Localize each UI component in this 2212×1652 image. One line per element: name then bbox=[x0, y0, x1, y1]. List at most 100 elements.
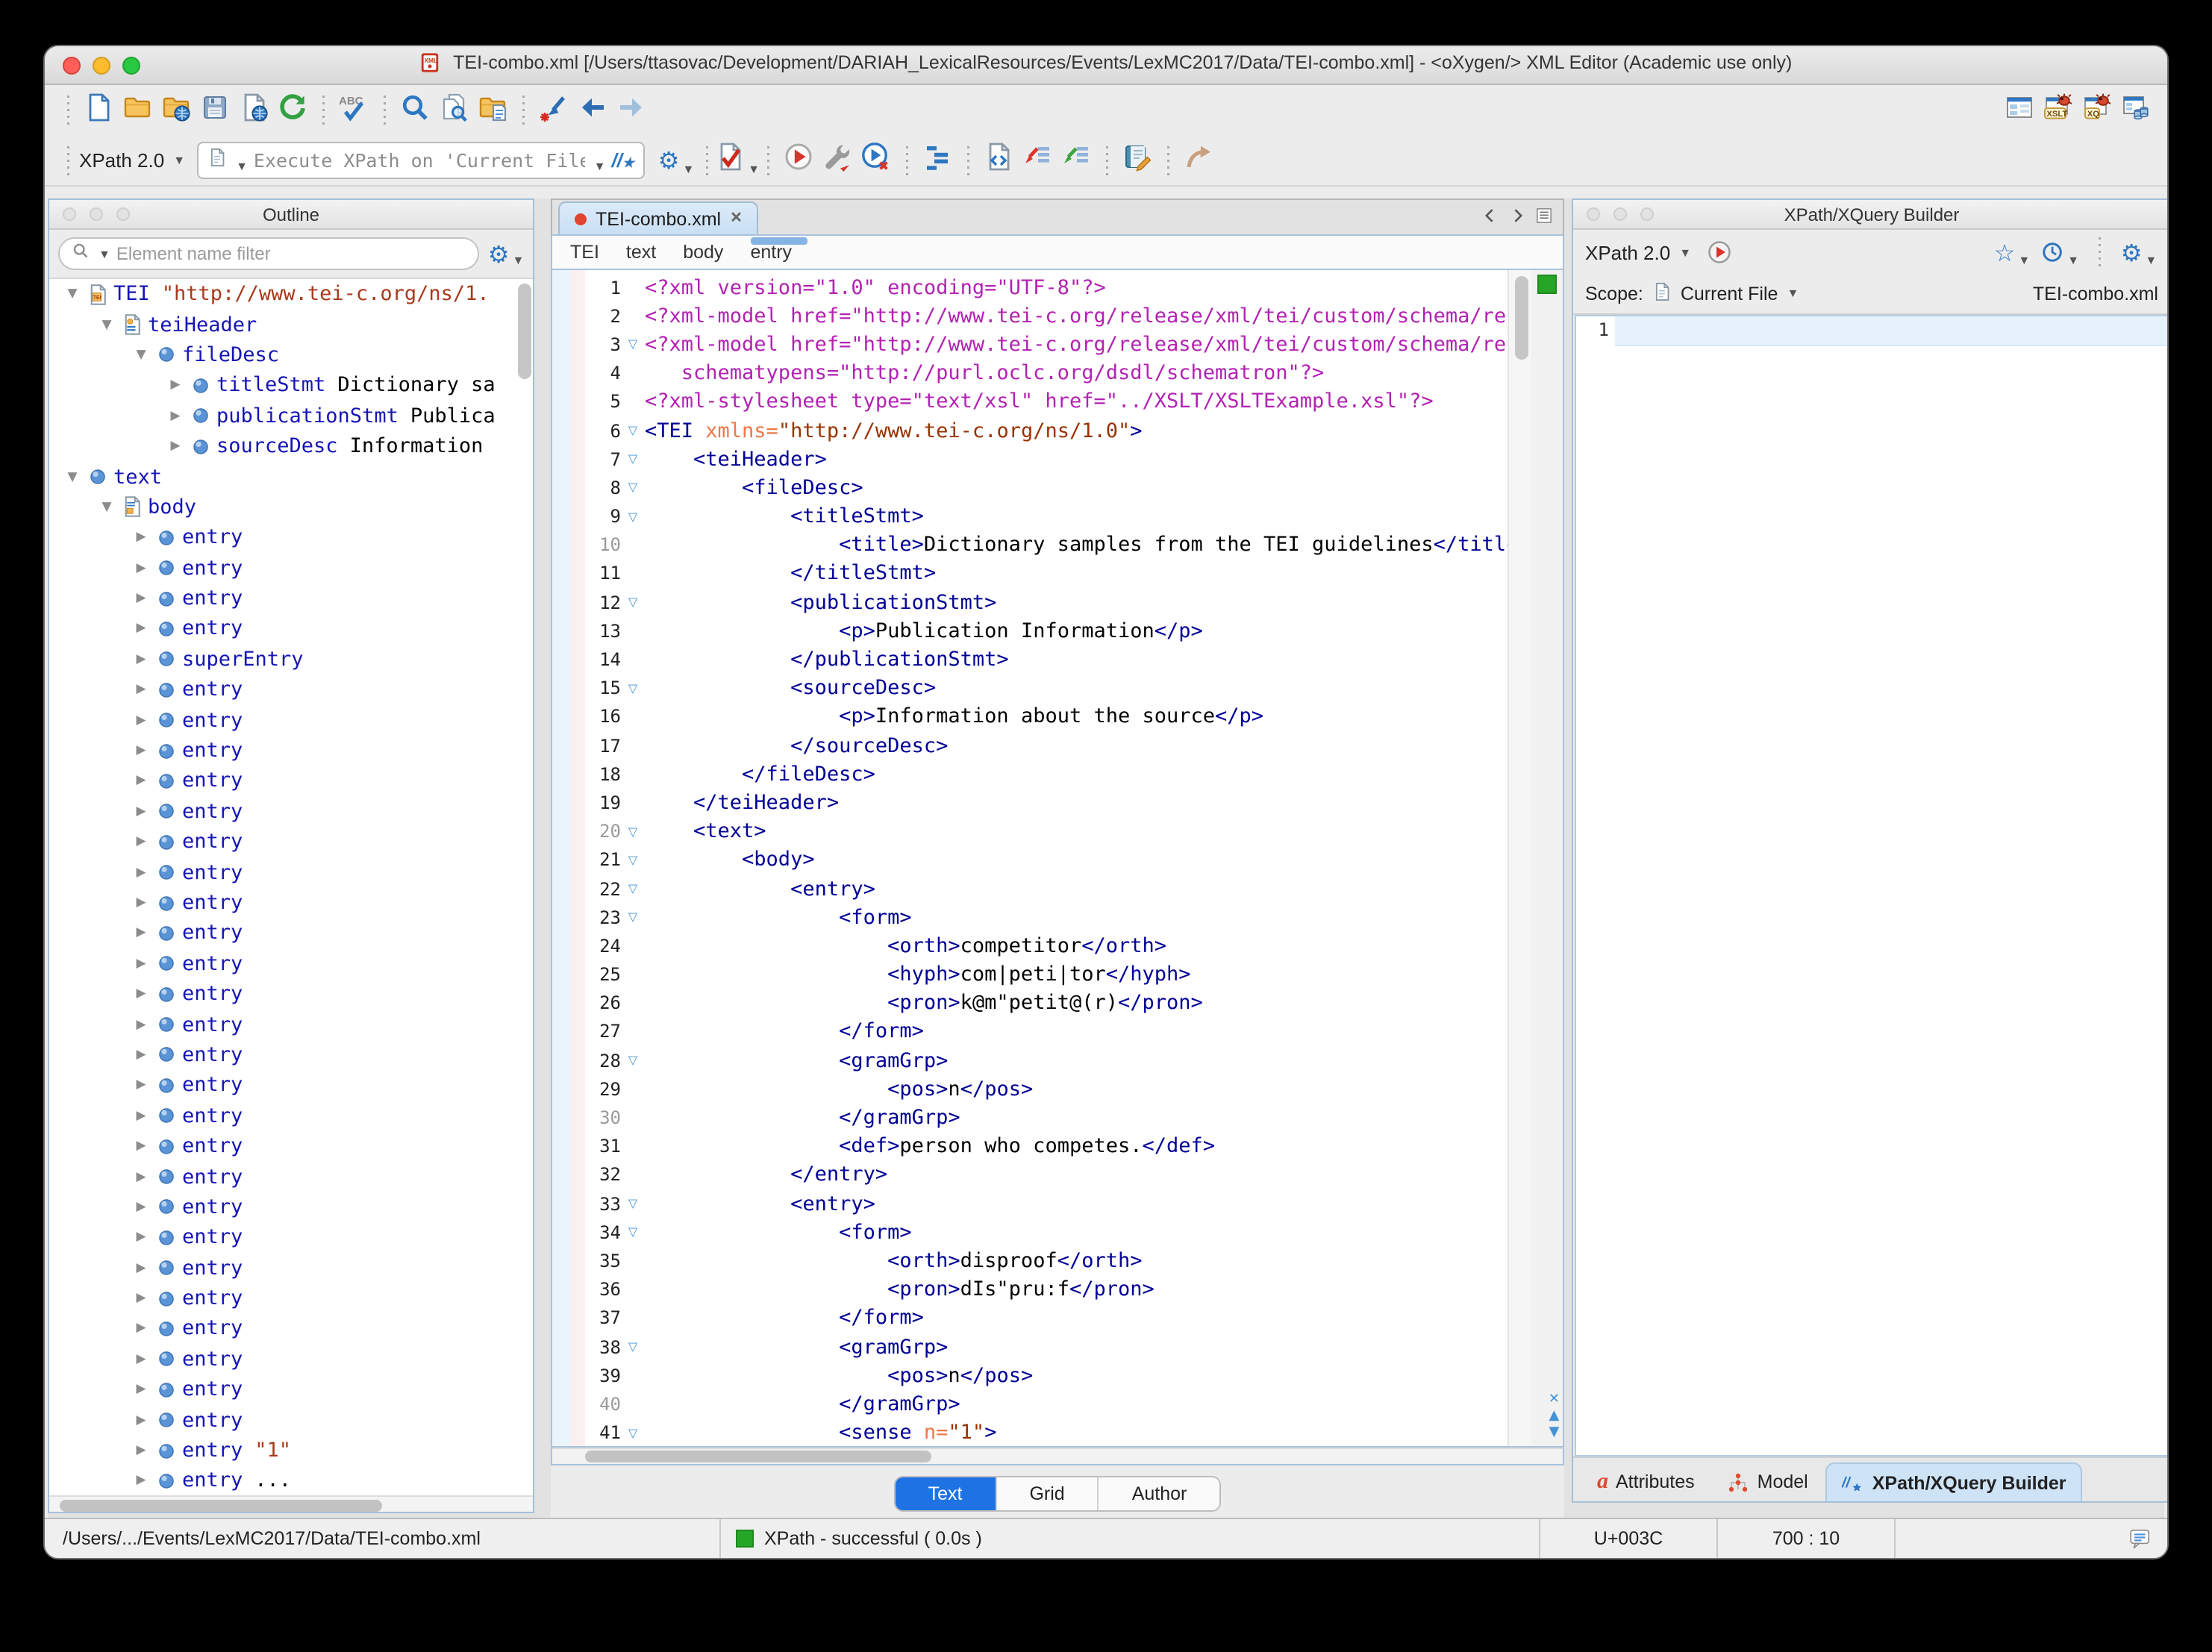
xml-refactoring-button[interactable] bbox=[979, 141, 1018, 180]
fold-toggle-icon[interactable]: ▽ bbox=[621, 1426, 645, 1439]
favorites-star-icon[interactable]: ☆▼ bbox=[1993, 233, 2031, 272]
code-line-29[interactable]: 29 <pos>n</pos> bbox=[552, 1075, 1508, 1104]
editor-tab[interactable]: TEI-combo.xml ✕ bbox=[558, 201, 759, 234]
xpath-version-dropdown[interactable]: XPath 2.0▼ bbox=[79, 149, 185, 172]
pin-next-change-button[interactable] bbox=[1018, 141, 1057, 180]
tab-list-icon[interactable] bbox=[1534, 206, 1554, 233]
outline-row-entry[interactable]: ▶entry bbox=[49, 1070, 533, 1101]
xb-execute-button[interactable] bbox=[1700, 233, 1739, 272]
outline-row-teiHeader[interactable]: ▼teiHeader bbox=[49, 310, 533, 340]
outline-row-entry[interactable]: ▶entry bbox=[49, 1374, 533, 1405]
collapse-arrow-icon[interactable]: ▼ bbox=[96, 500, 118, 515]
edit-scenarios-button[interactable] bbox=[1118, 141, 1157, 180]
code-line-41[interactable]: 41▽ <sense n="1"> bbox=[552, 1418, 1508, 1447]
reload-button[interactable] bbox=[273, 91, 312, 130]
code-line-35[interactable]: 35 <orth>disproof</orth> bbox=[552, 1247, 1508, 1275]
outline-horizontal-scrollbar[interactable] bbox=[49, 1495, 533, 1512]
navigate-forward-button[interactable] bbox=[612, 91, 651, 130]
expand-arrow-icon[interactable]: ▶ bbox=[130, 1078, 152, 1093]
expand-arrow-icon[interactable]: ▶ bbox=[130, 1139, 152, 1154]
expand-arrow-icon[interactable]: ▶ bbox=[130, 1200, 152, 1215]
view-button-text[interactable]: Text bbox=[896, 1477, 996, 1510]
code-line-14[interactable]: 14 </publicationStmt> bbox=[552, 645, 1508, 674]
new-document-button[interactable] bbox=[79, 91, 118, 130]
outline-row-entry[interactable]: ▶entry bbox=[49, 1010, 533, 1040]
xpath-builder-toggle-icon[interactable]: //★ bbox=[611, 149, 634, 172]
outline-row-sourceDesc[interactable]: ▶sourceDescInformation bbox=[49, 431, 533, 462]
outline-row-entry[interactable]: ▶entry bbox=[49, 1040, 533, 1071]
expand-arrow-icon[interactable]: ▶ bbox=[130, 1230, 152, 1245]
code-line-37[interactable]: 37 </form> bbox=[552, 1304, 1508, 1333]
expand-arrow-icon[interactable]: ▶ bbox=[130, 531, 152, 545]
outline-row-entry[interactable]: ▶entry bbox=[49, 979, 533, 1010]
fold-toggle-icon[interactable]: ▽ bbox=[621, 681, 645, 695]
save-url-button[interactable] bbox=[234, 91, 273, 130]
outline-row-entry[interactable]: ▶entry bbox=[49, 827, 533, 857]
outline-row-entry[interactable]: ▶entry bbox=[49, 1314, 533, 1345]
code-area[interactable]: 1<?xml version="1.0" encoding="UTF-8"?>2… bbox=[551, 270, 1564, 1448]
open-folder-button[interactable] bbox=[118, 91, 157, 130]
breadcrumb-item-text[interactable]: text bbox=[626, 242, 656, 263]
outline-row-entry[interactable]: ▶entry bbox=[49, 583, 533, 614]
expand-arrow-icon[interactable]: ▶ bbox=[130, 713, 152, 728]
prev-tab-icon[interactable] bbox=[1481, 206, 1500, 233]
code-line-26[interactable]: 26 <pron>k@m"petit@(r)</pron> bbox=[552, 989, 1508, 1017]
outline-row-text[interactable]: ▼text bbox=[49, 462, 533, 492]
outline-row-entry[interactable]: ▶entry bbox=[49, 736, 533, 766]
outline-row-entry[interactable]: ▶entry bbox=[49, 1222, 533, 1253]
clear-highlights-icon[interactable]: ✕ bbox=[1549, 1392, 1560, 1407]
expand-arrow-icon[interactable]: ▶ bbox=[130, 1260, 152, 1275]
outline-row-entry[interactable]: ▶entry bbox=[49, 1405, 533, 1436]
fold-toggle-icon[interactable]: ▽ bbox=[621, 1226, 645, 1239]
collapse-arrow-icon[interactable]: ▼ bbox=[61, 287, 84, 301]
outline-row-TEI[interactable]: ▼TEITEI"http://www.tei-c.org/ns/1. bbox=[49, 279, 533, 310]
outline-row-entry[interactable]: ▶entry"1" bbox=[49, 1436, 533, 1466]
debug-xquery-button[interactable]: XQ bbox=[2078, 91, 2116, 130]
code-line-40[interactable]: 40 </gramGrp> bbox=[552, 1390, 1508, 1418]
code-line-39[interactable]: 39 <pos>n</pos> bbox=[552, 1361, 1508, 1389]
expand-arrow-icon[interactable]: ▶ bbox=[130, 865, 152, 880]
view-button-grid[interactable]: Grid bbox=[995, 1477, 1097, 1510]
code-line-18[interactable]: 18 </fileDesc> bbox=[552, 760, 1508, 788]
code-line-16[interactable]: 16 <p>Information about the source</p> bbox=[552, 703, 1508, 731]
code-line-10[interactable]: 10 <title>Dictionary samples from the TE… bbox=[552, 531, 1508, 559]
fold-toggle-icon[interactable]: ▽ bbox=[621, 1340, 645, 1354]
navigate-back-button[interactable] bbox=[573, 91, 612, 130]
expand-arrow-icon[interactable]: ▶ bbox=[164, 439, 187, 454]
fold-toggle-icon[interactable]: ▽ bbox=[621, 882, 645, 895]
outline-panel-header[interactable]: Outline bbox=[49, 200, 533, 230]
element-filter-field[interactable]: ▼ bbox=[58, 237, 479, 270]
view-button-author[interactable]: Author bbox=[1098, 1477, 1220, 1510]
expand-arrow-icon[interactable]: ▶ bbox=[130, 957, 152, 972]
toolbar-handle[interactable] bbox=[66, 146, 70, 175]
fold-toggle-icon[interactable]: ▽ bbox=[621, 825, 645, 838]
fold-toggle-icon[interactable]: ▽ bbox=[621, 510, 645, 523]
expand-arrow-icon[interactable]: ▶ bbox=[130, 1474, 152, 1489]
collapse-arrow-icon[interactable]: ▼ bbox=[130, 348, 152, 363]
outline-row-entry[interactable]: ▶entry bbox=[49, 675, 533, 705]
xb-version-dropdown[interactable]: XPath 2.0▼ bbox=[1585, 241, 1691, 263]
outline-vertical-scrollbar[interactable] bbox=[518, 284, 531, 379]
find-in-files-button[interactable] bbox=[434, 91, 473, 130]
breadcrumb-item-entry[interactable]: entry bbox=[750, 242, 792, 263]
outline-row-entry[interactable]: ▶entry bbox=[49, 857, 533, 888]
outline-row-fileDesc[interactable]: ▼fileDesc bbox=[49, 340, 533, 371]
outline-row-entry[interactable]: ▶entry... bbox=[49, 1465, 533, 1495]
expand-arrow-icon[interactable]: ▶ bbox=[130, 986, 152, 1001]
collapse-arrow-icon[interactable]: ▼ bbox=[96, 317, 118, 332]
fold-toggle-icon[interactable]: ▽ bbox=[621, 1197, 645, 1210]
expand-arrow-icon[interactable]: ▶ bbox=[130, 652, 152, 667]
xpath-expression-editor[interactable]: 1 bbox=[1575, 315, 2169, 1457]
outline-row-entry[interactable]: ▶entry bbox=[49, 796, 533, 827]
expand-arrow-icon[interactable]: ▶ bbox=[130, 1169, 152, 1184]
execute-xpath-combo[interactable]: ▼ Execute XPath on 'Current File' ▼ //★ bbox=[197, 142, 645, 179]
expand-arrow-icon[interactable]: ▶ bbox=[164, 409, 187, 424]
code-line-27[interactable]: 27 </form> bbox=[552, 1018, 1508, 1046]
outline-row-entry[interactable]: ▶entry bbox=[49, 948, 533, 979]
code-line-13[interactable]: 13 <p>Publication Information</p> bbox=[552, 617, 1508, 645]
expand-arrow-icon[interactable]: ▶ bbox=[130, 774, 152, 789]
database-perspective-button[interactable] bbox=[2116, 91, 2155, 130]
editor-horizontal-scrollbar[interactable] bbox=[551, 1448, 1564, 1465]
element-filter-input[interactable] bbox=[116, 243, 466, 264]
code-line-22[interactable]: 22▽ <entry> bbox=[552, 875, 1508, 903]
